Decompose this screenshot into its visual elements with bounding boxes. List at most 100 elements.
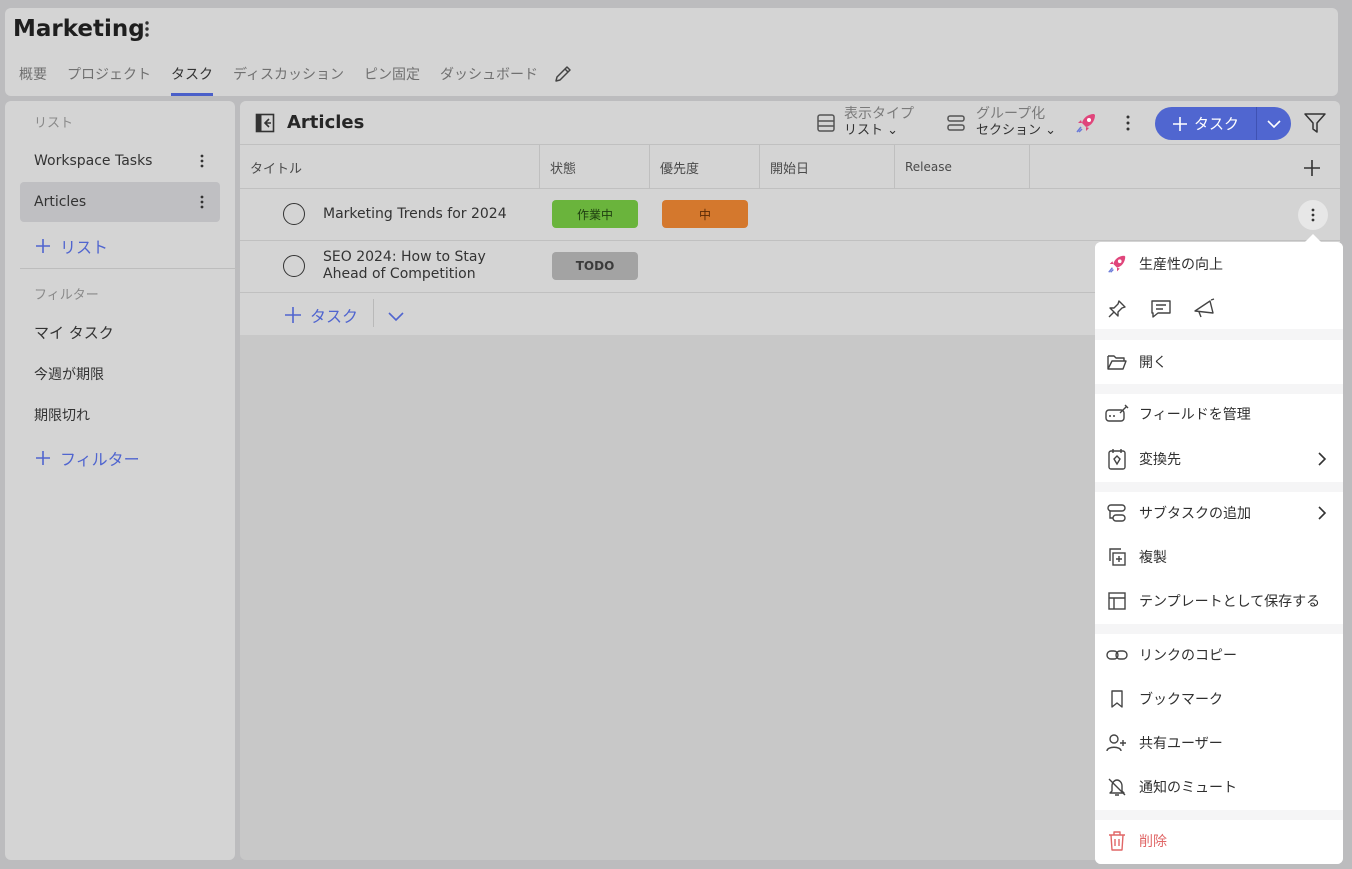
view-type-selector[interactable]: 表示タイプ リスト ⌄ (844, 105, 914, 139)
menu-item-add-subtask[interactable]: サブタスクの追加 (1095, 491, 1343, 535)
add-filter-label: フィルター (60, 450, 140, 469)
column-status[interactable]: 状態 (540, 145, 650, 189)
project-title: Marketing (13, 16, 145, 42)
chevron-down-icon[interactable] (388, 307, 404, 326)
tab-pinned[interactable]: ピン固定 (360, 64, 424, 96)
filters-section-label: フィルター (34, 288, 99, 303)
task-title[interactable]: SEO 2024: How to Stay Ahead of Competiti… (323, 249, 533, 283)
menu-item-label: 開く (1139, 355, 1167, 371)
list-more-icon[interactable] (197, 152, 207, 170)
filter-overdue[interactable]: 期限切れ (34, 405, 90, 425)
tab-tasks[interactable]: タスク (167, 64, 217, 96)
chevron-down-icon (1267, 119, 1281, 128)
column-release[interactable]: Release (895, 145, 1030, 189)
bell-off-icon (1105, 775, 1129, 799)
link-icon (1105, 643, 1129, 667)
table-row[interactable]: Marketing Trends for 2024 作業中 中 (240, 189, 1340, 241)
menu-item-label: 変換先 (1139, 452, 1181, 468)
menu-item-label: ブックマーク (1139, 692, 1223, 708)
tab-projects[interactable]: プロジェクト (63, 64, 155, 96)
column-title[interactable]: タイトル (240, 145, 540, 189)
subtask-icon (1105, 501, 1129, 525)
task-more-button[interactable] (1298, 200, 1328, 230)
convert-icon (1105, 447, 1129, 471)
plus-icon (36, 239, 50, 253)
column-priority[interactable]: 優先度 (650, 145, 760, 189)
add-list-button[interactable]: リスト (34, 234, 108, 258)
project-more-icon[interactable] (141, 18, 153, 40)
complete-checkbox[interactable] (283, 203, 305, 225)
add-user-icon (1105, 731, 1129, 755)
view-type-icon (816, 113, 836, 137)
rocket-icon (1105, 252, 1129, 276)
add-task-button-group: タスク (1155, 107, 1291, 140)
menu-item-shared-users[interactable]: 共有ユーザー (1095, 721, 1343, 765)
menu-item-duplicate[interactable]: 複製 (1095, 535, 1343, 579)
trash-icon (1105, 829, 1129, 853)
duplicate-icon (1105, 545, 1129, 569)
menu-item-label: リンクのコピー (1139, 648, 1237, 664)
menu-item-mute[interactable]: 通知のミュート (1095, 765, 1343, 809)
tab-dashboard[interactable]: ダッシュボード (436, 64, 542, 96)
template-icon (1105, 589, 1129, 613)
menu-item-label: 通知のミュート (1139, 780, 1237, 796)
menu-item-convert-to[interactable]: 変換先 (1095, 437, 1343, 481)
manage-fields-icon (1105, 402, 1129, 426)
group-by-selector[interactable]: グループ化 セクション ⌄ (976, 105, 1056, 139)
group-by-label: グループ化 (976, 106, 1046, 122)
filter-icon[interactable] (1304, 113, 1326, 137)
edit-tabs-icon[interactable] (553, 64, 573, 84)
priority-badge[interactable]: 中 (662, 200, 748, 228)
menu-item-manage-fields[interactable]: フィールドを管理 (1095, 392, 1343, 436)
task-title[interactable]: Marketing Trends for 2024 (323, 206, 507, 223)
sidebar-divider (20, 268, 246, 269)
lists-section-label: リスト (34, 116, 74, 131)
announce-icon[interactable] (1193, 298, 1217, 322)
column-start-date[interactable]: 開始日 (760, 145, 895, 189)
sidebar-item-label: Workspace Tasks (34, 153, 153, 169)
menu-item-productivity[interactable]: 生産性の向上 (1095, 242, 1343, 286)
group-by-icon (946, 113, 966, 137)
menu-item-label: テンプレートとして保存する (1139, 594, 1321, 610)
menu-item-save-template[interactable]: テンプレートとして保存する (1095, 579, 1343, 623)
status-badge[interactable]: 作業中 (552, 200, 638, 228)
comment-icon[interactable] (1150, 299, 1172, 323)
menu-item-label: 複製 (1139, 550, 1167, 566)
menu-item-delete[interactable]: 削除 (1095, 819, 1343, 863)
tab-overview[interactable]: 概要 (15, 64, 51, 96)
add-task-dropdown[interactable] (1256, 107, 1291, 140)
bookmark-icon (1105, 687, 1129, 711)
add-task-button[interactable]: タスク (1155, 107, 1256, 140)
status-badge[interactable]: TODO (552, 252, 638, 280)
menu-item-open[interactable]: 開く (1095, 340, 1343, 384)
plus-icon (1172, 116, 1187, 131)
menu-item-label: 削除 (1139, 834, 1167, 850)
complete-checkbox[interactable] (283, 255, 305, 277)
table-header: タイトル 状態 優先度 開始日 Release (240, 145, 1340, 189)
plus-icon (36, 451, 50, 465)
list-more-icon[interactable] (197, 193, 207, 211)
view-type-value: リスト ⌄ (844, 123, 899, 138)
add-filter-button[interactable]: フィルター (34, 446, 140, 470)
sidebar-item-label: Articles (34, 194, 87, 210)
tab-discussion[interactable]: ディスカッション (229, 64, 348, 96)
kebab-icon (1311, 208, 1315, 222)
menu-item-label: フィールドを管理 (1139, 407, 1251, 423)
view-type-label: 表示タイプ (844, 106, 914, 122)
menu-item-bookmark[interactable]: ブックマーク (1095, 677, 1343, 721)
collapse-sidebar-icon[interactable] (255, 113, 275, 137)
chevron-right-icon (1318, 506, 1327, 520)
add-task-inline-button[interactable]: タスク (284, 303, 358, 327)
add-column-icon[interactable] (1303, 159, 1321, 181)
filter-due-this-week[interactable]: 今週が期限 (34, 364, 104, 384)
list-more-icon[interactable] (1126, 115, 1130, 135)
plus-icon (285, 307, 301, 323)
rocket-icon[interactable] (1074, 111, 1098, 139)
menu-item-label: 生産性の向上 (1139, 257, 1223, 273)
filter-my-tasks[interactable]: マイ タスク (34, 322, 114, 343)
pin-icon[interactable] (1107, 299, 1127, 323)
add-list-label: リスト (60, 238, 109, 257)
project-tabs: 概要 プロジェクト タスク ディスカッション ピン固定 ダッシュボード (15, 64, 554, 96)
menu-item-label: 共有ユーザー (1139, 736, 1223, 752)
menu-item-copy-link[interactable]: リンクのコピー (1095, 633, 1343, 677)
